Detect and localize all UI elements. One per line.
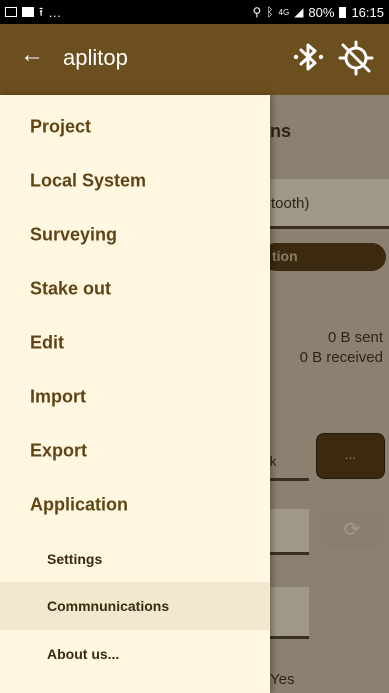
connect-button: tion (262, 243, 386, 271)
network-type: 4G (278, 7, 290, 17)
nav-item-project[interactable]: Project (0, 100, 270, 154)
nav-item-label: Edit (30, 332, 64, 353)
nav-item-edit[interactable]: Edit (0, 316, 270, 370)
bytes-received: 0 B received (299, 349, 383, 366)
nav-subitem-settings[interactable]: Settings (0, 535, 270, 583)
bytes-sent: 0 B sent (327, 329, 383, 346)
upload-icon: ⭱ (39, 5, 44, 19)
image-icon (5, 7, 17, 17)
nav-item-label: Export (30, 440, 88, 461)
back-arrow-icon[interactable]: ← (20, 43, 44, 67)
screen-icon (22, 7, 34, 17)
more-button: ... (316, 433, 385, 479)
app-bar: ← aplitop (0, 24, 389, 95)
bluetooth-icon[interactable] (291, 39, 327, 75)
nav-item-local-system[interactable]: Local System (0, 154, 270, 208)
clock: 16:15 (351, 4, 384, 20)
network-field: rk (265, 433, 309, 481)
nav-subitem-label: Commnunications (47, 598, 170, 614)
nav-item-label: Surveying (30, 224, 118, 245)
nav-subitem-about-us[interactable]: About us... (0, 630, 270, 678)
status-bar: ⭱ … ⚲ ᛒ 4G ◢ 80% 16:15 (0, 0, 389, 24)
notification-overflow: … (48, 4, 62, 20)
nav-item-stake-out[interactable]: Stake out (0, 262, 270, 316)
refresh-icon: ⟳ (322, 514, 382, 548)
nav-item-label: Import (30, 386, 86, 407)
battery-icon (339, 6, 347, 18)
app-title: aplitop (63, 45, 128, 70)
nav-subitem-communications[interactable]: Commnunications (0, 582, 270, 630)
input-field (265, 587, 309, 639)
signal-icon: ◢ (294, 5, 304, 19)
nav-item-application[interactable]: Application (0, 478, 270, 532)
nav-item-label: Local System (30, 170, 147, 191)
location-icon: ⚲ (252, 5, 262, 19)
navigation-drawer: Project Local System Surveying Stake out… (0, 95, 270, 693)
nav-item-surveying[interactable]: Surveying (0, 208, 270, 262)
nav-item-label: Application (30, 494, 128, 515)
battery-percent: 80% (308, 4, 335, 20)
gps-off-icon[interactable] (337, 39, 375, 77)
nav-item-label: Project (30, 116, 92, 137)
bluetooth-device-field: tooth) (265, 179, 389, 229)
nav-subitem-label: About us... (47, 646, 120, 662)
input-field (265, 509, 309, 555)
nav-subitem-label: Settings (47, 551, 103, 567)
yes-label: Yes (270, 671, 295, 688)
nav-item-import[interactable]: Import (0, 370, 270, 424)
nav-item-label: Stake out (30, 278, 112, 299)
screen-heading: ns (270, 121, 292, 141)
nav-item-export[interactable]: Export (0, 424, 270, 478)
bluetooth-icon: ᛒ (266, 5, 274, 19)
